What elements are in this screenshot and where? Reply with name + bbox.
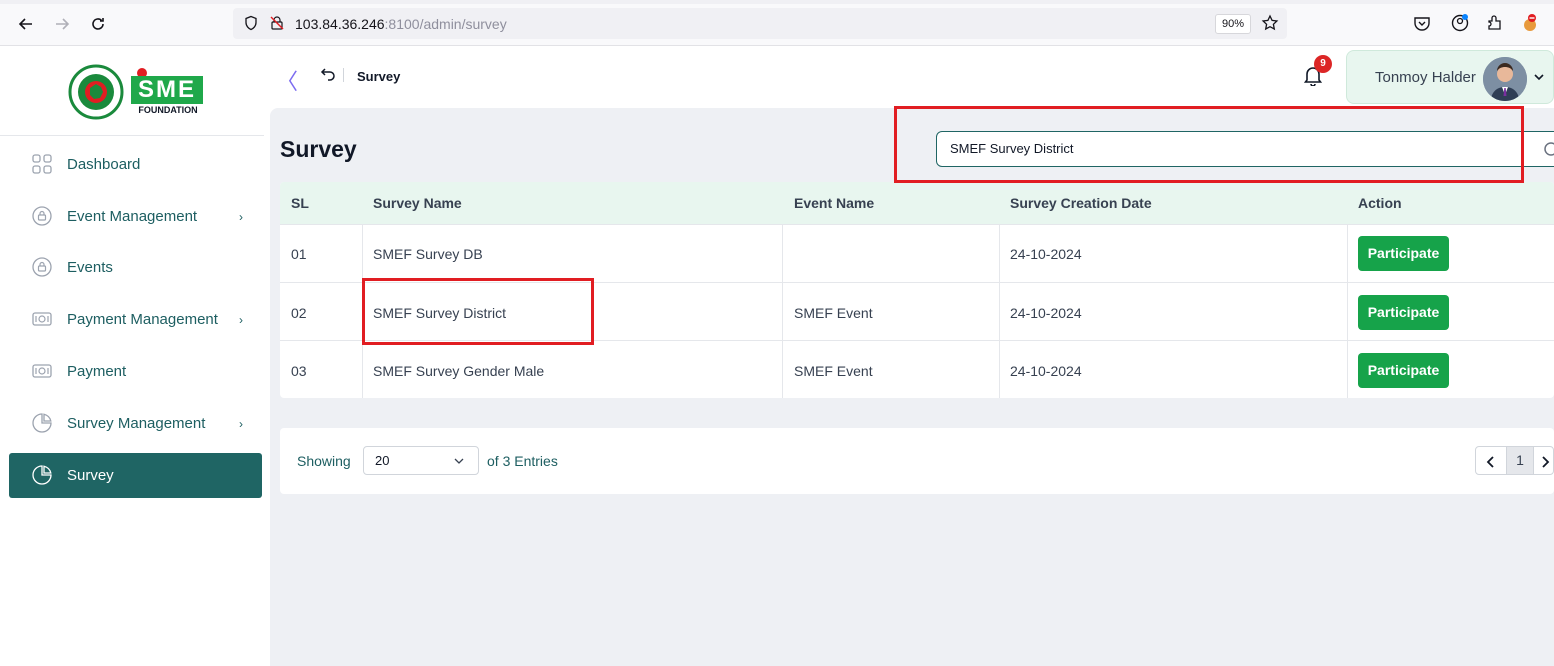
sidebar-item-label: Payment Management [67,311,218,328]
pie-chart-icon [32,465,52,485]
column-header-survey-name: Survey Name [373,195,462,211]
cell-survey-name: SMEF Survey Gender Male [373,363,545,379]
chevron-right-icon: › [239,312,243,327]
sidebar-item-label: Event Management [67,208,198,225]
sidebar-item-label: Survey [67,467,114,484]
money-icon [32,312,52,326]
sidebar-item-payment[interactable]: Payment [9,349,262,394]
column-header-action: Action [1358,195,1402,211]
logo-text: SME [131,76,203,104]
zoom-level-badge[interactable]: 90% [1215,14,1252,34]
collapse-sidebar-icon[interactable]: 〈 [276,64,298,96]
lock-circle-icon [32,257,52,277]
page-number-button[interactable]: 1 [1506,447,1534,474]
participate-button[interactable]: Participate [1358,353,1449,388]
pagination-footer: Showing 20 of 3 Entries 1 [280,428,1554,494]
sidebar-item-survey[interactable]: Survey [9,453,262,498]
participate-button[interactable]: Participate [1358,295,1449,330]
back-arrow-icon[interactable] [320,66,336,82]
browser-toolbar: 103.84.36.246:8100/admin/survey 90% [0,0,1554,46]
chevron-down-icon [1534,74,1544,81]
sidebar-item-label: Survey Management [67,415,206,432]
breadcrumb-divider [343,68,344,82]
browser-back-icon[interactable] [14,12,38,36]
chevron-right-icon: › [239,209,243,224]
sidebar-item-label: Dashboard [67,156,141,173]
cell-survey-name: SMEF Survey DB [373,246,483,262]
pocket-icon[interactable] [1412,13,1432,33]
next-page-button[interactable] [1534,447,1553,474]
showing-label: Showing [297,453,351,469]
lock-circle-icon [32,206,52,226]
participate-button[interactable]: Participate [1358,236,1449,271]
top-header: 〈 Survey 9 Tonmoy Halder [270,46,1554,108]
sidebar-item-events[interactable]: Events [9,245,262,290]
logo-subtext: FOUNDATION [138,105,198,115]
url-text[interactable]: 103.84.36.246:8100/admin/survey [295,16,507,32]
logo-area: SME FOUNDATION [0,46,264,136]
shield-icon[interactable] [243,15,259,31]
highlight-box-search [894,106,1524,183]
entries-count: of 3 Entries [487,453,558,469]
avatar [1483,57,1527,101]
page-size-select[interactable]: 20 [363,446,479,475]
address-bar[interactable]: 103.84.36.246:8100/admin/survey 90% [233,8,1287,39]
table-header: SL Survey Name Event Name Survey Creatio… [280,182,1554,224]
page-title: Survey [280,136,357,162]
browser-forward-icon[interactable] [50,12,74,36]
highlight-box-survey-name [362,278,594,345]
table-row: 01 SMEF Survey DB 24-10-2024 Participate [280,224,1554,282]
cell-sl: 03 [291,363,307,379]
bangladesh-emblem-icon [68,64,124,120]
chevron-left-icon [1486,455,1494,468]
sidebar-item-payment-management[interactable]: Payment Management › [9,297,262,342]
user-name: Tonmoy Halder [1375,69,1476,86]
search-icon[interactable] [1543,141,1554,159]
chevron-right-icon [1541,455,1549,468]
sidebar-item-dashboard[interactable]: Dashboard [9,142,262,187]
cell-event-name: SMEF Event [794,363,873,379]
sidebar-item-survey-management[interactable]: Survey Management › [9,401,262,446]
account-icon[interactable] [1450,13,1470,33]
extension-badge-icon[interactable] [1520,13,1540,33]
page-size-value: 20 [375,453,390,468]
insecure-lock-icon[interactable] [269,15,285,31]
table-row: 03 SMEF Survey Gender Male SMEF Event 24… [280,340,1554,398]
cell-creation-date: 24-10-2024 [1010,305,1082,321]
main-content: Survey SL Survey Name Event Name Survey … [270,108,1554,666]
cell-creation-date: 24-10-2024 [1010,363,1082,379]
column-header-sl: SL [291,195,309,211]
sidebar: SME FOUNDATION Dashboard Event Managemen… [0,46,270,666]
pie-chart-icon [32,413,52,433]
user-menu[interactable]: Tonmoy Halder [1346,50,1554,104]
sme-logo: SME FOUNDATION [131,68,205,115]
cell-sl: 02 [291,305,307,321]
chevron-down-icon [454,458,464,464]
extensions-icon[interactable] [1485,13,1505,33]
column-header-event-name: Event Name [794,195,875,211]
grid-icon [32,154,52,174]
notification-badge: 9 [1314,55,1332,73]
cell-creation-date: 24-10-2024 [1010,246,1082,262]
sidebar-item-label: Events [67,259,113,276]
sidebar-item-event-management[interactable]: Event Management › [9,194,262,239]
money-icon [32,364,52,378]
cell-event-name: SMEF Event [794,305,873,321]
breadcrumb: Survey [357,69,401,84]
browser-reload-icon[interactable] [86,12,110,36]
bookmark-star-icon[interactable] [1261,14,1279,32]
prev-page-button[interactable] [1476,447,1506,474]
tab-strip [0,0,1554,4]
sidebar-item-label: Payment [67,363,127,380]
pagination: 1 [1475,446,1554,475]
cell-sl: 01 [291,246,307,262]
column-header-creation-date: Survey Creation Date [1010,195,1152,211]
chevron-right-icon: › [239,416,243,431]
